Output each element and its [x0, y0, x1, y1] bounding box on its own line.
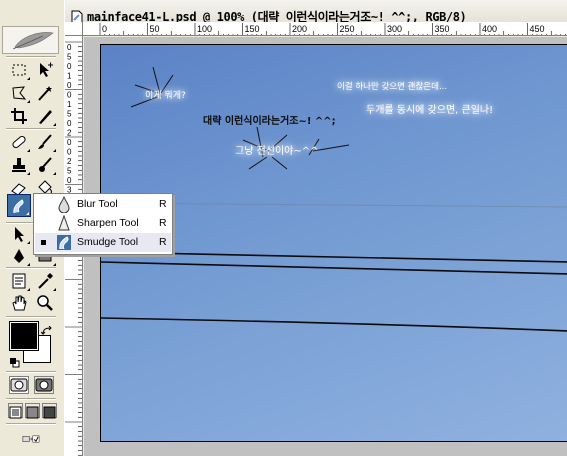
- smudge-tool-icon[interactable]: [7, 194, 31, 217]
- blur-tool-label: Blur Tool: [77, 198, 118, 210]
- canvas-text-caption: 대략 이런식이라는거조~! ^^;: [203, 116, 336, 127]
- smudge-tool-flyout-menu: Blur Tool R Sharpen Tool R Smudge Tool R: [33, 193, 173, 255]
- smudge-tool-label: Smudge Tool: [77, 236, 139, 248]
- sharpen-tool-shortcut: R: [159, 217, 167, 229]
- canvas-text-one: 이걸 하나만 갖으면 괜찮은데...: [337, 82, 448, 92]
- canvas-text-question: 이게 뭐게?: [145, 91, 186, 101]
- zoom-tool-icon[interactable]: [33, 291, 57, 314]
- selected-bullet-icon: [41, 240, 46, 245]
- vruler-label: 0: [67, 148, 72, 157]
- standard-screen-mode-icon[interactable]: [8, 403, 23, 419]
- vruler-label: 1: [67, 72, 72, 81]
- move-tool-icon[interactable]: [33, 58, 57, 81]
- canvas-text-wire: 그냥 전선이야~^^: [235, 146, 319, 157]
- lasso-tool-icon[interactable]: [7, 81, 31, 104]
- default-colors-icon[interactable]: [10, 353, 20, 368]
- vruler-label: 0: [67, 62, 72, 71]
- hruler-label: 150: [245, 24, 260, 34]
- pen-tool-icon[interactable]: [7, 244, 31, 267]
- full-screen-menu-mode-icon[interactable]: [25, 403, 40, 419]
- notes-tool-icon[interactable]: [7, 269, 31, 292]
- sharpen-tool-label: Sharpen Tool: [77, 217, 139, 229]
- photoshop-workspace: T: [0, 0, 567, 456]
- clone-stamp-icon[interactable]: [7, 153, 31, 176]
- quick-mask-mode-icon[interactable]: [34, 376, 54, 394]
- vruler-label: 0: [67, 81, 72, 90]
- blur-tool-shortcut: R: [159, 198, 167, 210]
- blur-drop-icon: [57, 195, 71, 214]
- brush-tool-icon[interactable]: [33, 130, 57, 153]
- vruler-label: 2: [67, 129, 72, 138]
- menu-item-smudge-tool[interactable]: Smudge Tool R: [35, 233, 171, 252]
- hruler-label: 350: [435, 24, 450, 34]
- full-screen-mode-icon[interactable]: [42, 403, 57, 419]
- vruler-label: 5: [67, 167, 72, 176]
- vruler-label: 2: [67, 157, 72, 166]
- smudge-tool-shortcut: R: [159, 236, 167, 248]
- menu-item-sharpen-tool[interactable]: Sharpen Tool R: [35, 214, 171, 233]
- ruler-origin[interactable]: [65, 22, 83, 36]
- standard-mode-icon[interactable]: [9, 376, 29, 394]
- swap-colors-icon[interactable]: [40, 321, 53, 335]
- hruler-label: 400: [482, 24, 497, 34]
- history-brush-icon[interactable]: [33, 153, 57, 176]
- vruler-label: 0: [67, 176, 72, 185]
- vruler-label: 0: [67, 91, 72, 100]
- menu-item-blur-tool[interactable]: Blur Tool R: [35, 195, 171, 214]
- jump-to-imageready-icon[interactable]: [9, 427, 53, 451]
- hruler-label: 200: [292, 24, 307, 34]
- hruler-label: 250: [340, 24, 355, 34]
- slice-tool-icon[interactable]: [33, 104, 57, 127]
- vruler-label: 0: [67, 138, 72, 147]
- healing-brush-icon[interactable]: [7, 130, 31, 153]
- vruler-label: 5: [67, 53, 72, 62]
- canvas-text-two: 두개를 동시에 갖으면, 큰일나!: [366, 105, 494, 116]
- hruler-label: 100: [197, 24, 212, 34]
- vruler-label: 5: [67, 110, 72, 119]
- vruler-label: 0: [67, 43, 72, 52]
- crop-tool-icon[interactable]: [7, 104, 31, 127]
- photoshop-feather-logo[interactable]: [2, 26, 59, 54]
- hruler-label: 50: [150, 24, 160, 34]
- vruler-label: 1: [67, 100, 72, 109]
- hruler-label: 300: [387, 24, 402, 34]
- hruler-label: 450: [530, 24, 545, 34]
- horizontal-ruler: 0 50 100 150 200 250 300 350 400 450: [83, 22, 567, 36]
- hand-tool-icon[interactable]: [7, 291, 31, 314]
- vruler-label: 0: [67, 119, 72, 128]
- sharpen-cone-icon: [57, 214, 71, 232]
- eyedropper-icon[interactable]: [33, 269, 57, 292]
- foreground-color-swatch[interactable]: [9, 321, 39, 351]
- smudge-finger-icon: [57, 234, 71, 251]
- marquee-tool-icon[interactable]: [7, 58, 31, 81]
- psd-document-icon: [70, 9, 84, 24]
- path-selection-icon[interactable]: [7, 222, 31, 245]
- magic-wand-icon[interactable]: [33, 81, 57, 104]
- hruler-label: 0: [102, 24, 107, 34]
